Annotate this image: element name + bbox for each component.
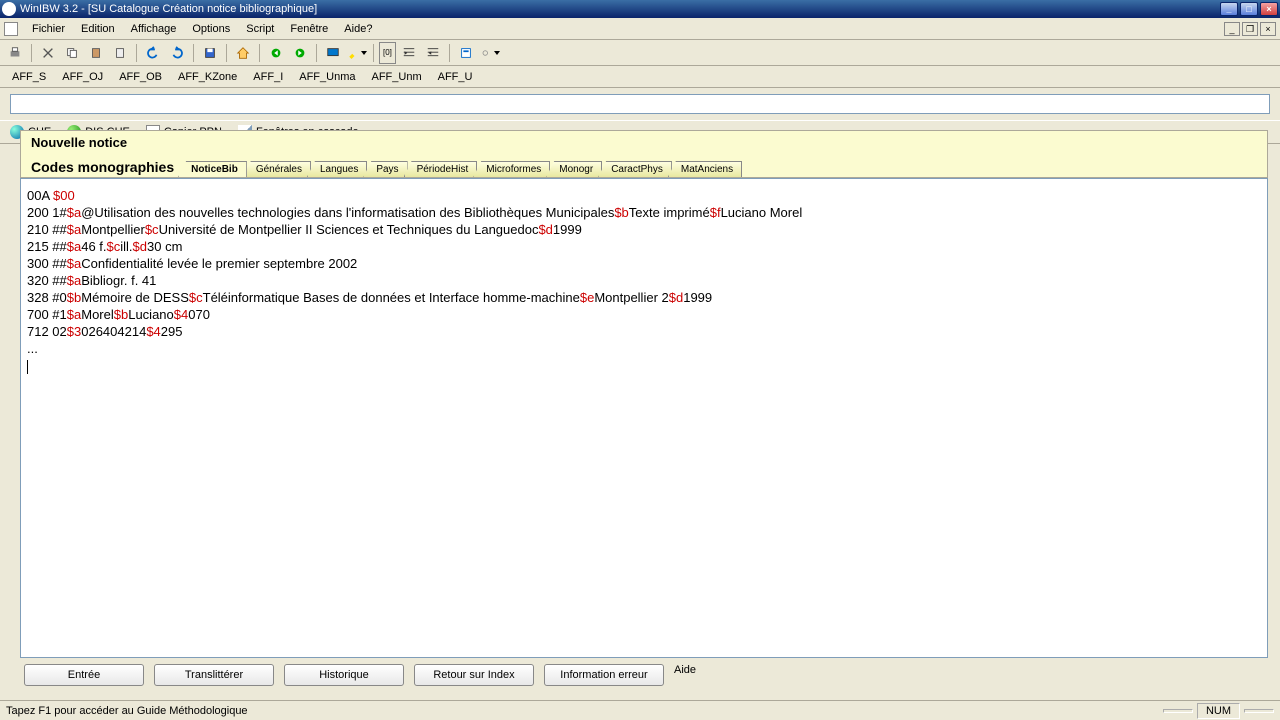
record-editor[interactable]: 00A $00 200 1#$a@Utilisation des nouvell… — [20, 178, 1268, 658]
indent-decrease-icon[interactable] — [398, 42, 420, 64]
mdi-minimize-button[interactable]: _ — [1224, 22, 1240, 36]
back-icon[interactable] — [265, 42, 287, 64]
notice-title: Nouvelle notice — [20, 130, 1268, 154]
aff-toolbar: AFF_S AFF_OJ AFF_OB AFF_KZone AFF_I AFF_… — [0, 66, 1280, 88]
menu-affichage[interactable]: Affichage — [123, 21, 185, 37]
bottom-buttons: Entrée Translittérer Historique Retour s… — [20, 658, 1268, 692]
command-input[interactable] — [10, 94, 1270, 114]
forward-icon[interactable] — [289, 42, 311, 64]
tab-matanciens[interactable]: MatAnciens — [668, 161, 742, 177]
status-num: NUM — [1197, 703, 1240, 719]
paste-special-icon[interactable] — [109, 42, 131, 64]
redo-icon[interactable] — [166, 42, 188, 64]
undo-icon[interactable] — [142, 42, 164, 64]
translitterer-button[interactable]: Translittérer — [154, 664, 274, 686]
aff-ob[interactable]: AFF_OB — [111, 69, 170, 85]
status-blank2 — [1244, 709, 1274, 713]
tab-microformes[interactable]: Microformes — [473, 161, 550, 177]
retour-index-button[interactable]: Retour sur Index — [414, 664, 534, 686]
tab-langues[interactable]: Langues — [307, 161, 367, 177]
aff-i[interactable]: AFF_I — [245, 69, 291, 85]
status-hint: Tapez F1 pour accéder au Guide Méthodolo… — [6, 705, 248, 717]
home-icon[interactable] — [232, 42, 254, 64]
tab-generales[interactable]: Générales — [243, 161, 311, 177]
tab-periodehist[interactable]: PériodeHist — [404, 161, 478, 177]
document-icon — [4, 22, 18, 36]
mdi-restore-button[interactable]: ❐ — [1242, 22, 1258, 36]
tab-caractphys[interactable]: CaractPhys — [598, 161, 672, 177]
mdi-close-button[interactable]: × — [1260, 22, 1276, 36]
print-icon[interactable] — [4, 42, 26, 64]
aff-kzone[interactable]: AFF_KZone — [170, 69, 245, 85]
entree-button[interactable]: Entrée — [24, 664, 144, 686]
ioi-button[interactable]: [0] — [379, 42, 396, 64]
aff-unma[interactable]: AFF_Unma — [291, 69, 363, 85]
titlebar: WinIBW 3.2 - [SU Catalogue Création noti… — [0, 0, 1280, 18]
aff-u[interactable]: AFF_U — [430, 69, 481, 85]
save-icon[interactable] — [199, 42, 221, 64]
historique-button[interactable]: Historique — [284, 664, 404, 686]
tab-noticebib[interactable]: NoticeBib — [178, 161, 247, 177]
menu-script[interactable]: Script — [238, 21, 282, 37]
aff-s[interactable]: AFF_S — [4, 69, 54, 85]
link-icon[interactable] — [479, 42, 501, 64]
menu-options[interactable]: Options — [184, 21, 238, 37]
minimize-button[interactable]: _ — [1220, 2, 1238, 16]
paste-icon[interactable] — [85, 42, 107, 64]
menu-fenetre[interactable]: Fenêtre — [282, 21, 336, 37]
highlight-icon[interactable] — [346, 42, 368, 64]
status-blank1 — [1163, 709, 1193, 713]
tabs-row: Codes monographies NoticeBib Générales L… — [20, 154, 1268, 178]
tab-monogr[interactable]: Monogr — [546, 161, 602, 177]
cut-icon[interactable] — [37, 42, 59, 64]
statusbar: Tapez F1 pour accéder au Guide Méthodolo… — [0, 700, 1280, 720]
close-button[interactable]: × — [1260, 2, 1278, 16]
window-title: WinIBW 3.2 - [SU Catalogue Création noti… — [20, 3, 1220, 15]
menubar: Fichier Edition Affichage Options Script… — [0, 18, 1280, 40]
tab-pays[interactable]: Pays — [363, 161, 407, 177]
indent-increase-icon[interactable] — [422, 42, 444, 64]
aff-unm[interactable]: AFF_Unm — [364, 69, 430, 85]
command-bar — [0, 88, 1280, 120]
form-icon[interactable] — [455, 42, 477, 64]
maximize-button[interactable]: □ — [1240, 2, 1258, 16]
content-area: Nouvelle notice Codes monographies Notic… — [20, 130, 1268, 692]
app-icon — [2, 2, 16, 16]
section-title: Codes monographies — [27, 159, 182, 177]
information-erreur-button[interactable]: Information erreur — [544, 664, 664, 686]
screen-icon[interactable] — [322, 42, 344, 64]
menu-fichier[interactable]: Fichier — [24, 21, 73, 37]
copy-icon[interactable] — [61, 42, 83, 64]
aff-oj[interactable]: AFF_OJ — [54, 69, 111, 85]
main-toolbar: [0] — [0, 40, 1280, 66]
menu-aide[interactable]: Aide? — [336, 21, 380, 37]
menu-edition[interactable]: Edition — [73, 21, 123, 37]
